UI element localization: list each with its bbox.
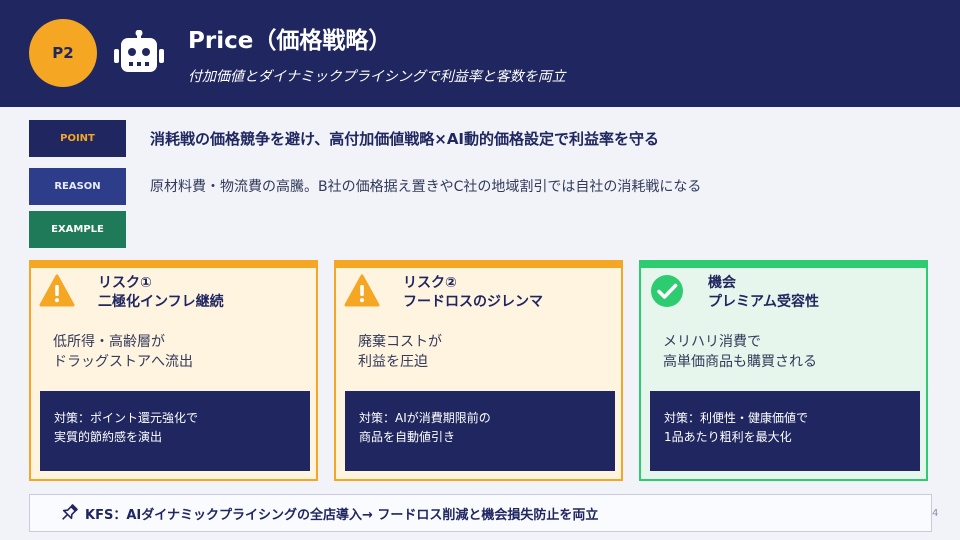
reason-tag: REASON (29, 168, 126, 205)
slide-header: P2 Price（価格戦略） 付加価値とダイナミックプライシングで利益率と客数を… (0, 0, 960, 107)
card-body: 低所得・高齢層が ドラッグストアへ流出 (53, 334, 193, 370)
warning-icon (344, 274, 380, 307)
page-subtitle: 付加価値とダイナミックプライシングで利益率と客数を両立 (188, 69, 566, 85)
countermeasure-box: 対策：利便性・健康価値で 1品あたり粗利を最大化 (650, 391, 920, 471)
warning-icon (39, 274, 75, 307)
page-title: Price（価格戦略） (188, 28, 392, 54)
example-tag: EXAMPLE (29, 211, 126, 248)
kfs-bar: KFS：AIダイナミックプライシングの全店導入→ フードロス削減と機会損失防止を… (29, 494, 932, 532)
card-heading: 機会 プレミアム受容性 (708, 275, 820, 310)
kfs-text: KFS：AIダイナミックプライシングの全店導入→ フードロス削減と機会損失防止を… (85, 507, 599, 523)
point-text: 消耗戦の価格競争を避け、高付加価値戦略×AI動的価格設定で利益率を守る (150, 130, 660, 148)
point-tag: POINT (29, 120, 126, 157)
card-body: メリハリ消費で 高単価商品も購買される (663, 334, 817, 370)
opportunity-card: 機会 プレミアム受容性 メリハリ消費で 高単価商品も購買される 対策：利便性・健… (639, 260, 928, 481)
page-badge: P2 (29, 19, 97, 87)
countermeasure-box: 対策：ポイント還元強化で 実質的節約感を演出 (40, 391, 310, 471)
card-heading: リスク① 二極化インフレ継続 (98, 275, 224, 310)
countermeasure-box: 対策：AIが消費期限前の 商品を自動値引き (345, 391, 615, 471)
reason-text: 原材料費・物流費の高騰。B社の価格据え置きやC社の地域割引では自社の消耗戦になる (150, 179, 702, 195)
risk-card-2: リスク② フードロスのジレンマ 廃棄コストが 利益を圧迫 対策：AIが消費期限前… (334, 260, 623, 481)
risk-card-1: リスク① 二極化インフレ継続 低所得・高齢層が ドラッグストアへ流出 対策：ポイ… (29, 260, 318, 481)
robot-icon (114, 30, 164, 72)
check-icon (651, 275, 683, 307)
page-number: 4 (932, 508, 939, 519)
pin-icon (62, 504, 78, 520)
card-heading: リスク② フードロスのジレンマ (403, 275, 543, 310)
card-body: 廃棄コストが 利益を圧迫 (358, 334, 442, 370)
